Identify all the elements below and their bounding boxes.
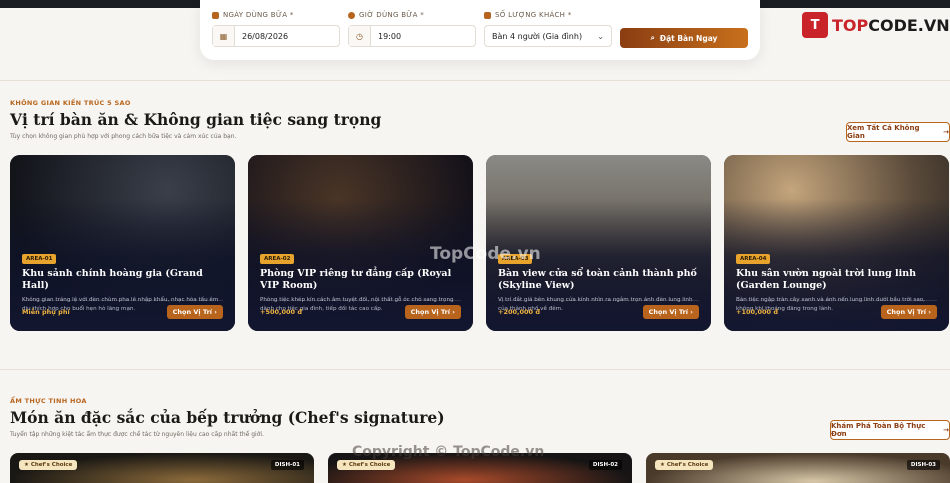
date-field: NGÀY DÙNG BỮA * ▦ 26/08/2026: [212, 10, 340, 47]
time-field: GIỜ DÙNG BỮA * ◷ 19:00: [348, 10, 476, 47]
arrow-right-icon: →: [943, 426, 949, 434]
dish-tag: DISH-02: [588, 460, 622, 470]
choose-position-button[interactable]: Chọn Vị Trí ›: [166, 304, 223, 319]
time-input[interactable]: ◷ 19:00: [348, 25, 476, 47]
area-badge: AREA-02: [260, 254, 295, 264]
time-value: 19:00: [378, 31, 402, 41]
logo-text: TOPCODE.VN: [832, 15, 950, 35]
spaces-title: Vị trí bàn ăn & Không gian tiệc sang trọ…: [10, 110, 382, 129]
explore-menu-label: Khám Phá Toàn Bộ Thực Đơn: [831, 422, 926, 438]
book-table-label: Đặt Bàn Ngay: [659, 33, 718, 43]
chefs-choice-badge: ★ Chef's Choice: [655, 460, 714, 470]
choose-position-button[interactable]: Chọn Vị Trí ›: [880, 304, 937, 319]
space-card[interactable]: AREA-03 Bàn view cửa sổ toàn cảnh thành …: [486, 155, 711, 331]
booking-bar: NGÀY DÙNG BỮA * ▦ 26/08/2026 GIỜ DÙNG BỮA…: [200, 0, 760, 60]
dish-tag: DISH-01: [270, 460, 304, 470]
space-title: Khu sân vườn ngoài trời lung linh (Garde…: [736, 268, 917, 291]
guests-value: Bàn 4 người (Gia đình): [492, 31, 583, 41]
space-card[interactable]: AREA-02 Phòng VIP riêng tư đẳng cấp (Roy…: [248, 155, 473, 331]
view-all-label: Xem Tất Cả Không Gian: [847, 124, 920, 140]
explore-menu-button[interactable]: Khám Phá Toàn Bộ Thực Đơn →: [830, 420, 950, 440]
clock-icon: ◷: [349, 26, 371, 46]
area-badge: AREA-04: [736, 254, 771, 264]
spaces-subtitle: Tùy chọn không gian phù hợp với phong cá…: [10, 133, 237, 140]
dishes-eyebrow: ẨM THỰC TINH HOA: [10, 397, 87, 405]
choose-position-button[interactable]: Chọn Vị Trí ›: [642, 304, 699, 319]
search-icon: ⌕: [650, 33, 655, 42]
chefs-choice-badge: ★ Chef's Choice: [19, 460, 78, 470]
space-price: +500,000 đ: [260, 307, 302, 316]
users-icon: [484, 11, 491, 19]
space-price: Miễn phụ phí: [22, 307, 70, 316]
chevron-down-icon: ⌄: [597, 31, 604, 41]
calendar-icon: ▦: [213, 26, 235, 46]
guests-select[interactable]: Bàn 4 người (Gia đình) ⌄: [484, 25, 612, 47]
dish-tag: DISH-03: [906, 460, 940, 470]
date-label: NGÀY DÙNG BỮA *: [223, 11, 294, 19]
guests-field: SỐ LƯỢNG KHÁCH * Bàn 4 người (Gia đình) ⌄: [484, 10, 612, 47]
brand-logo[interactable]: T TOPCODE.VN: [802, 12, 950, 38]
guests-label: SỐ LƯỢNG KHÁCH *: [495, 11, 572, 19]
space-card[interactable]: AREA-01 Khu sảnh chính hoàng gia (Grand …: [10, 155, 235, 331]
date-input[interactable]: ▦ 26/08/2026: [212, 25, 340, 47]
arrow-right-icon: →: [943, 128, 949, 136]
space-price: +100,000 đ: [736, 307, 778, 316]
space-title: Phòng VIP riêng tư đẳng cấp (Royal VIP R…: [260, 268, 452, 291]
space-card[interactable]: AREA-04 Khu sân vườn ngoài trời lung lin…: [724, 155, 949, 331]
book-table-button[interactable]: ⌕ Đặt Bàn Ngay: [620, 28, 748, 48]
space-title: Khu sảnh chính hoàng gia (Grand Hall): [22, 268, 203, 291]
watermark-footer: Copyright © TopCode.vn: [352, 444, 545, 460]
watermark-center: TopCode.vn: [430, 244, 541, 264]
calendar-icon: [212, 11, 219, 19]
dishes-title: Món ăn đặc sắc của bếp trưởng (Chef's si…: [10, 408, 445, 427]
view-all-spaces-button[interactable]: Xem Tất Cả Không Gian →: [846, 122, 950, 142]
chefs-choice-badge: ★ Chef's Choice: [337, 460, 396, 470]
logo-mark-icon: T: [802, 12, 828, 38]
clock-icon: [348, 11, 355, 19]
choose-position-button[interactable]: Chọn Vị Trí ›: [404, 304, 461, 319]
space-title: Bàn view cửa sổ toàn cảnh thành phố (Sky…: [498, 268, 697, 291]
section-divider: [0, 369, 950, 370]
dishes-subtitle: Tuyển tập những kiệt tác ẩm thực được ch…: [10, 431, 264, 438]
space-price: +200,000 đ: [498, 307, 540, 316]
spaces-eyebrow: KHÔNG GIAN KIẾN TRÚC 5 SAO: [10, 99, 131, 107]
date-value: 26/08/2026: [242, 31, 289, 41]
area-badge: AREA-01: [22, 254, 57, 264]
section-divider: [0, 80, 950, 81]
time-label: GIỜ DÙNG BỮA *: [359, 11, 425, 19]
